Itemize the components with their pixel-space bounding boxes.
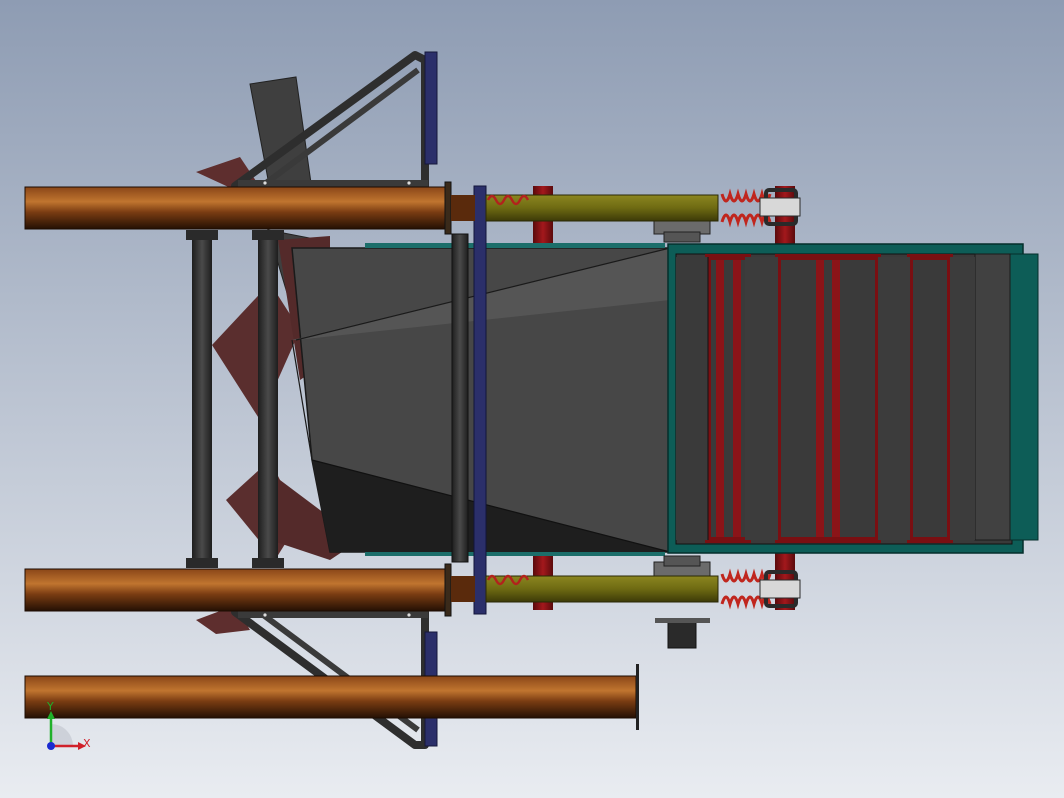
motor-stub — [667, 619, 697, 649]
middle-pipe — [24, 563, 475, 617]
upper-mount-plate — [424, 51, 438, 165]
x-axis-label: X — [83, 737, 91, 750]
cad-viewport[interactable]: X Y — [0, 0, 1064, 798]
upper-pipe — [24, 181, 475, 235]
origin-marker — [47, 742, 55, 750]
y-axis-label: Y — [46, 700, 54, 713]
